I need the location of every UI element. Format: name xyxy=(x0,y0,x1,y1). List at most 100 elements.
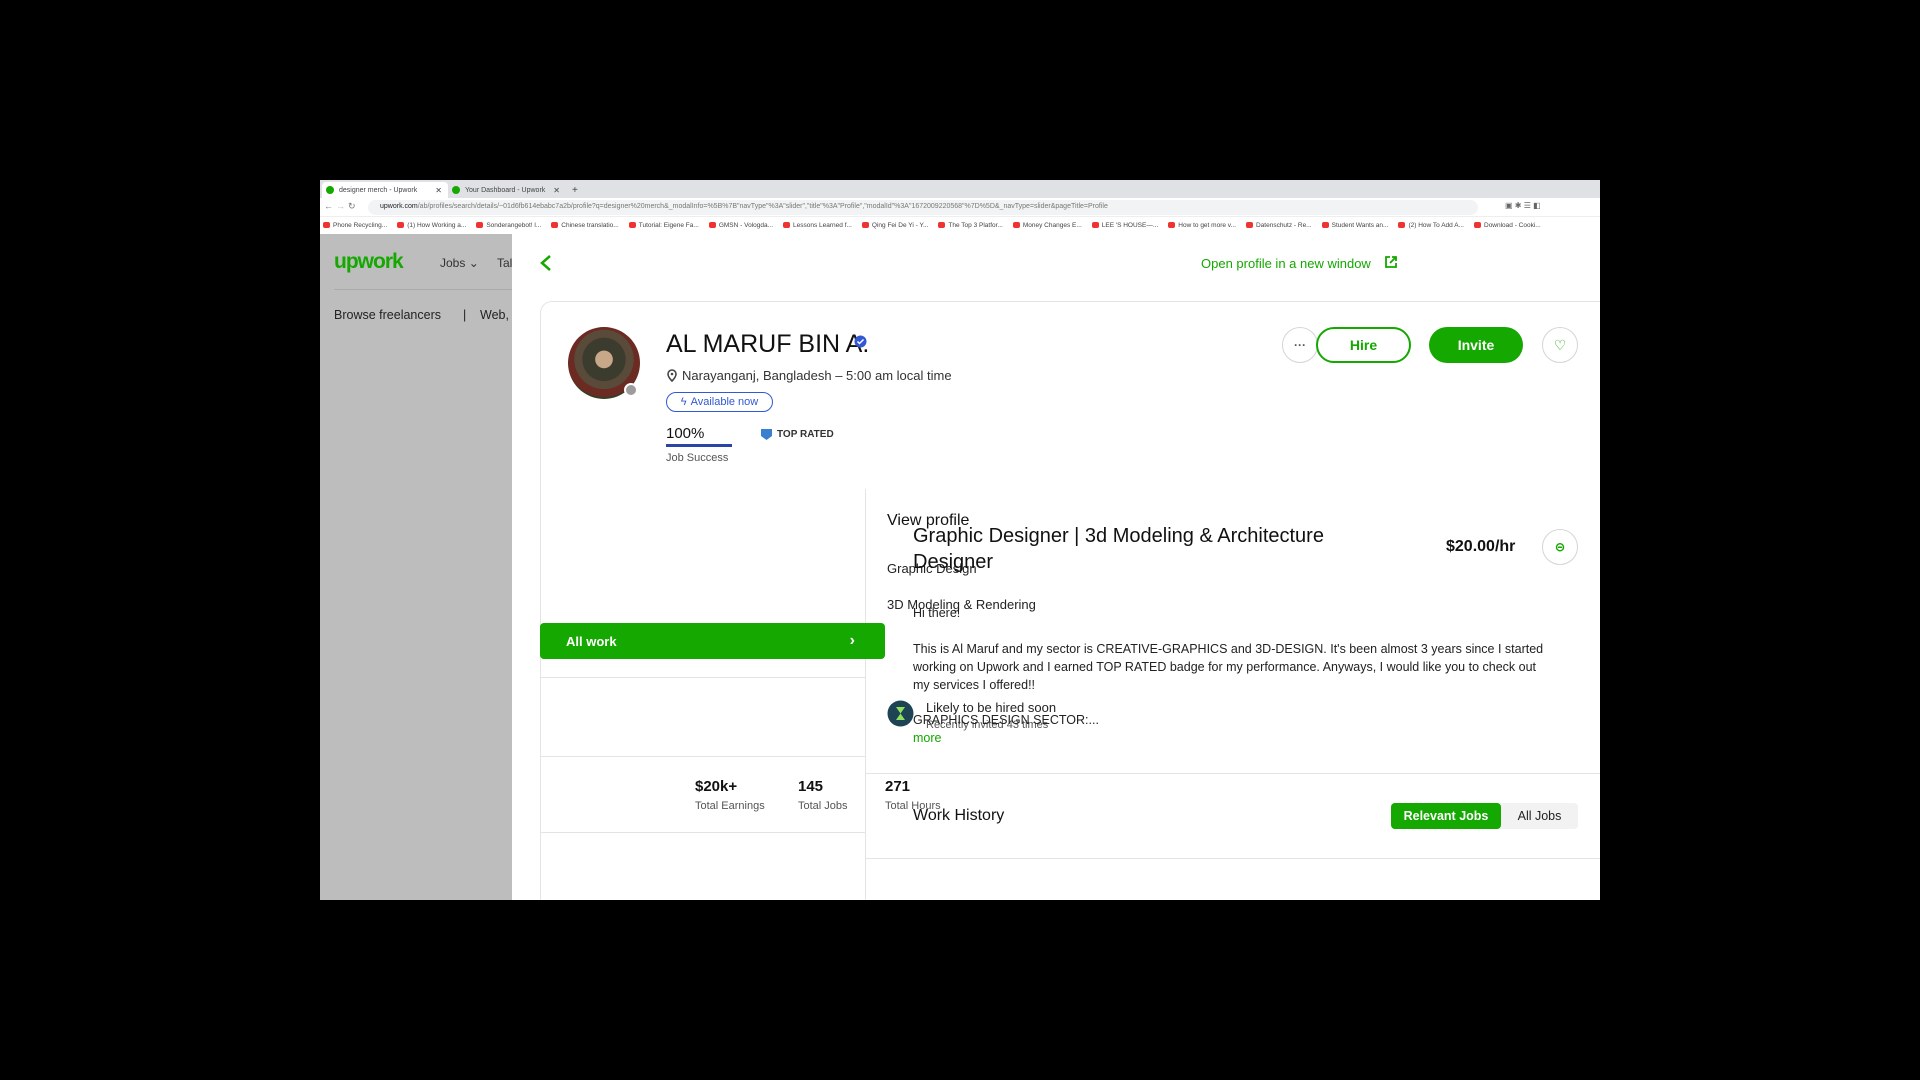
bookmark-favicon-icon xyxy=(1474,222,1481,229)
chevron-down-icon: ⌄ xyxy=(468,256,479,270)
bookmark-label: The Top 3 Platfor... xyxy=(948,222,1003,229)
job-success-bar-fill xyxy=(666,444,732,447)
all-jobs-tab[interactable]: All Jobs xyxy=(1501,803,1578,829)
bookmark-favicon-icon xyxy=(1091,222,1099,229)
description-line: my services I offered!! xyxy=(913,678,1036,692)
job-success-bar xyxy=(666,444,732,447)
bookmark-item[interactable]: Sonderangebot! l... xyxy=(476,222,541,229)
external-link-icon[interactable] xyxy=(1384,255,1398,269)
bookmark-item[interactable]: Lessons Learned f... xyxy=(783,222,852,229)
bookmark-favicon-icon xyxy=(1012,222,1020,229)
tab-title: Your Dashboard - Upwork xyxy=(465,186,546,194)
tab-title: designer merch - Upwork xyxy=(339,186,418,194)
forward-icon[interactable]: → xyxy=(336,201,345,211)
bookmark-item[interactable]: Datenschutz - Re... xyxy=(1245,222,1312,229)
nav-talent[interactable]: Tal xyxy=(497,256,512,270)
bookmark-item[interactable]: Qing Fei De Yi - Y... xyxy=(861,222,928,229)
background-page: upwork Jobs ⌄ Tal Browse freelancers | W… xyxy=(320,234,512,900)
bookmark-item[interactable]: Phone Recycling... xyxy=(323,222,387,229)
bookmark-favicon-icon xyxy=(476,222,484,229)
extensions-icon[interactable]: ▣ ✱ ☰ ◧ xyxy=(1505,201,1541,210)
invite-label: Invite xyxy=(1457,337,1495,353)
bookmark-item[interactable]: How to get more v... xyxy=(1168,222,1236,229)
upwork-favicon-icon xyxy=(326,186,334,194)
breadcrumb-separator: | xyxy=(463,308,467,322)
available-now-badge: ϟ Available now xyxy=(666,392,773,412)
upwork-favicon-icon xyxy=(452,186,460,194)
back-arrow-icon[interactable] xyxy=(538,254,554,272)
location-pin-icon xyxy=(667,369,677,382)
specialty-all-work[interactable]: All work › xyxy=(540,623,885,659)
back-icon[interactable]: ← xyxy=(324,201,333,211)
more-link[interactable]: more xyxy=(913,729,1543,747)
heart-icon: ♡ xyxy=(1553,336,1567,353)
bookmark-label: Tutorial: Eigene Fa... xyxy=(638,222,699,229)
save-favorite-button[interactable]: ♡ xyxy=(1542,327,1578,363)
divider xyxy=(540,756,865,757)
upwork-logo[interactable]: upwork xyxy=(334,250,404,274)
bookmarks-bar: Phone Recycling... (1) How Working a... So… xyxy=(320,217,1600,234)
hire-button[interactable]: Hire xyxy=(1316,327,1411,363)
profile-slider-modal: Open profile in a new window AL MARUF BI… xyxy=(512,234,1600,900)
profile-title-line: Designer xyxy=(913,551,994,573)
nav-jobs[interactable]: Jobs ⌄ xyxy=(440,256,479,270)
new-tab-button[interactable]: + xyxy=(568,182,578,198)
breadcrumb-item[interactable]: Web, xyxy=(480,308,509,322)
status-dot xyxy=(624,383,638,397)
bookmark-label: (2) How To Add A... xyxy=(1408,222,1464,229)
divider xyxy=(865,773,1600,774)
tab-bar: designer merch - Upwork ✕ Your Dashboard … xyxy=(320,180,1600,198)
address-bar-row: ← → ↻ upwork.com/ab/profiles/search/deta… xyxy=(320,198,1600,217)
bookmark-label: Chinese translatio... xyxy=(561,222,619,229)
open-profile-new-window-link[interactable]: Open profile in a new window xyxy=(1201,256,1371,271)
bookmark-item[interactable]: Download - Cooki... xyxy=(1474,222,1541,229)
invite-button[interactable]: Invite xyxy=(1429,327,1523,363)
top-rated-shield-icon xyxy=(761,429,772,440)
bookmark-item[interactable]: (1) How Working a... xyxy=(397,222,466,229)
bookmark-label: Money Changes E... xyxy=(1022,222,1082,229)
relevant-jobs-label: Relevant Jobs xyxy=(1403,809,1489,823)
divider xyxy=(334,289,512,290)
bookmark-label: How to get more v... xyxy=(1178,222,1236,229)
bookmark-item[interactable]: LEE 'S HOUSE—... xyxy=(1091,222,1159,229)
bookmark-favicon-icon xyxy=(628,222,636,229)
tab-dashboard[interactable]: Your Dashboard - Upwork ✕ xyxy=(448,182,566,198)
bookmark-item[interactable]: Tutorial: Eigene Fa... xyxy=(628,222,699,229)
relevant-jobs-tab[interactable]: Relevant Jobs xyxy=(1391,803,1501,829)
hire-label: Hire xyxy=(1349,337,1378,353)
copy-link-button[interactable]: ⊝ xyxy=(1542,529,1578,565)
bookmark-item[interactable]: GMSN - Vologda... xyxy=(708,222,774,229)
stat-value: $20k+ xyxy=(695,778,738,795)
bookmark-favicon-icon xyxy=(1398,222,1406,229)
bookmark-item[interactable]: The Top 3 Platfor... xyxy=(938,222,1003,229)
reload-icon[interactable]: ↻ xyxy=(348,201,356,212)
description-line: GRAPHICS DESIGN SECTOR:... xyxy=(913,713,1099,727)
hourglass-icon xyxy=(887,700,914,727)
url-input[interactable]: upwork.com/ab/profiles/search/details/~0… xyxy=(368,200,1478,215)
close-tab-icon[interactable]: ✕ xyxy=(553,186,560,195)
url-domain: upwork.com xyxy=(380,203,418,210)
stat-value: 271 xyxy=(885,778,911,795)
bookmark-item[interactable]: Money Changes E... xyxy=(1012,222,1082,229)
bookmark-favicon-icon xyxy=(708,222,716,229)
browse-freelancers-link[interactable]: Browse freelancers xyxy=(334,308,441,322)
bookmark-label: LEE 'S HOUSE—... xyxy=(1101,222,1159,229)
open-profile-label: Open profile in a new window xyxy=(1201,256,1371,271)
profile-title: Graphic Designer | 3d Modeling & Archite… xyxy=(913,523,1324,575)
more-options-button[interactable]: ··· xyxy=(1282,327,1318,363)
bookmark-favicon-icon xyxy=(861,222,869,229)
lightning-icon: ϟ xyxy=(680,396,687,408)
url-path: /ab/profiles/search/details/~01d6fb614eb… xyxy=(417,203,1108,210)
bookmark-item[interactable]: (2) How To Add A... xyxy=(1398,222,1464,229)
divider xyxy=(540,677,865,678)
tab-designer-merch[interactable]: designer merch - Upwork ✕ xyxy=(322,182,448,198)
bookmark-label: Student Wants an... xyxy=(1331,222,1389,229)
bookmark-item[interactable]: Chinese translatio... xyxy=(551,222,619,229)
close-tab-icon[interactable]: ✕ xyxy=(435,186,442,195)
job-success-label: Job Success xyxy=(666,452,729,464)
bookmark-label: GMSN - Vologda... xyxy=(718,222,774,229)
bookmark-favicon-icon xyxy=(323,222,330,229)
bookmark-item[interactable]: Student Wants an... xyxy=(1321,222,1389,229)
ellipsis-icon: ··· xyxy=(1294,338,1306,352)
all-work-label: All work xyxy=(566,633,617,649)
